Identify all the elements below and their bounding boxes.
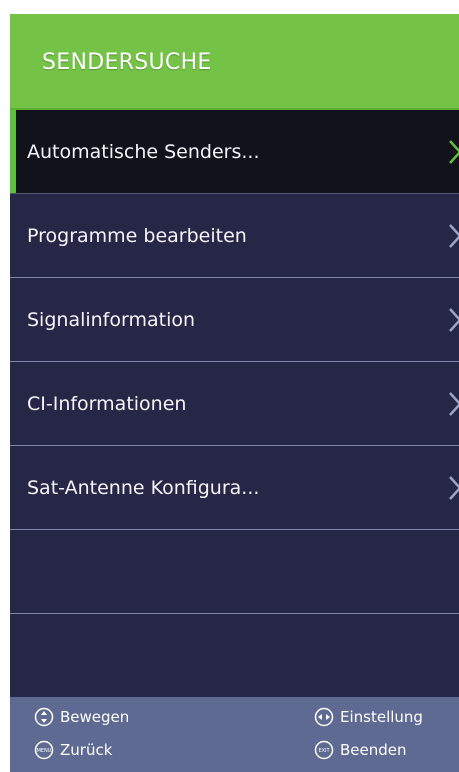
chevron-right-icon [449, 139, 459, 164]
tv-osd-panel: SENDERSUCHE Automatische Senders... Prog… [10, 14, 459, 772]
hint-back: MENU Zurück [34, 740, 112, 760]
menu-item-label: Signalinformation [27, 308, 196, 331]
chevron-right-icon [449, 391, 459, 416]
menu-item-label: Sat-Antenne Konfigura... [27, 476, 260, 499]
page-title: SENDERSUCHE [42, 50, 212, 75]
menu-item-ci-information[interactable]: CI-Informationen [10, 362, 459, 446]
menu-item-sat-antenna-config[interactable]: Sat-Antenne Konfigura... [10, 446, 459, 530]
menu-item-automatic-search[interactable]: Automatische Senders... [10, 110, 459, 194]
hint-move: Bewegen [34, 707, 129, 727]
menu-item-label: Automatische Senders... [27, 140, 260, 163]
chevron-right-icon [449, 307, 459, 332]
menu-item-label: Programme bearbeiten [27, 224, 247, 247]
header: SENDERSUCHE [10, 14, 459, 110]
hint-exit-label: Beenden [340, 741, 407, 759]
hint-exit: EXIT Beenden [314, 740, 407, 760]
selection-indicator [10, 110, 16, 193]
hint-back-label: Zurück [60, 741, 113, 759]
menu-item-label: CI-Informationen [27, 392, 187, 415]
hint-move-label: Bewegen [60, 708, 130, 726]
hint-adjust-label: Einstellung [340, 708, 423, 726]
exit-key-text: EXIT [318, 748, 330, 754]
menu-item-edit-programs[interactable]: Programme bearbeiten [10, 194, 459, 278]
menu-item-empty [10, 614, 459, 697]
menu-item-empty [10, 530, 459, 614]
menu-item-signal-information[interactable]: Signalinformation [10, 278, 459, 362]
footer-key-hints: Bewegen Einstellung MENU Zurück EXIT Bee… [10, 697, 459, 772]
menu-key-icon: MENU [34, 740, 54, 760]
left-right-arrows-icon [314, 707, 334, 727]
chevron-right-icon [449, 223, 459, 248]
chevron-right-icon [449, 475, 459, 500]
up-down-arrows-icon [34, 707, 54, 727]
exit-key-icon: EXIT [314, 740, 334, 760]
hint-adjust: Einstellung [314, 707, 423, 727]
menu-key-text: MENU [37, 748, 52, 754]
